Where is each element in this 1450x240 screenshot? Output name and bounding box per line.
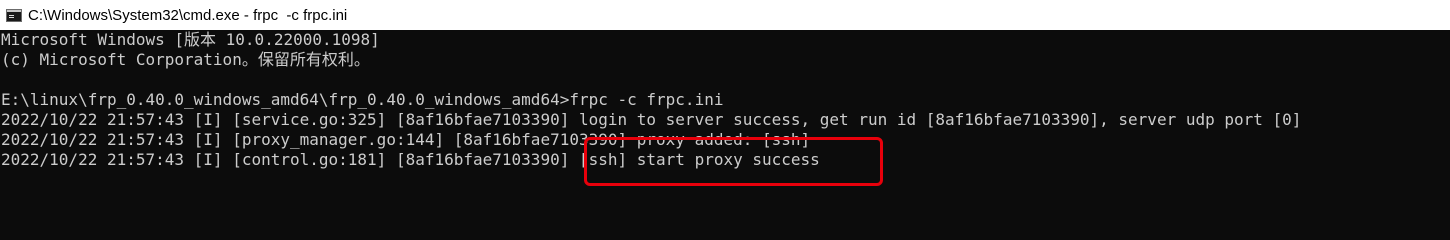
console-output[interactable]: Microsoft Windows [版本 10.0.22000.1098] (…: [1, 30, 1450, 221]
highlight-annotation-box: [584, 137, 883, 186]
window-title: C:\Windows\System32\cmd.exe - frpc -c fr…: [28, 6, 348, 24]
cmd-window: C:\Windows\System32\cmd.exe - frpc -c fr…: [0, 0, 1450, 221]
console-line: E:\linux\frp_0.40.0_windows_amd64\frp_0.…: [1, 90, 724, 109]
console-line: (c) Microsoft Corporation。保留所有权利。: [1, 50, 370, 69]
console-line: 2022/10/22 21:57:43 [I] [service.go:325]…: [1, 110, 1302, 129]
title-bar[interactable]: C:\Windows\System32\cmd.exe - frpc -c fr…: [0, 0, 1450, 30]
cmd-icon: [6, 8, 22, 22]
console-line: Microsoft Windows [版本 10.0.22000.1098]: [1, 30, 380, 49]
